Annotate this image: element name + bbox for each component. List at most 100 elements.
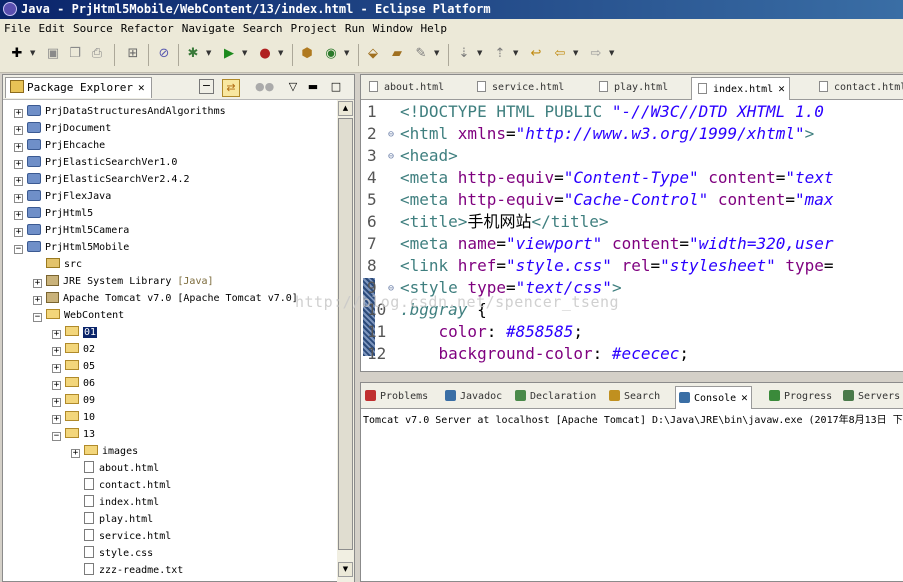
tree-item[interactable]: +10 bbox=[52, 409, 95, 426]
tree-item[interactable]: style.css bbox=[71, 545, 153, 562]
save-all-icon[interactable]: ❐ bbox=[66, 45, 84, 63]
menu-item-project[interactable]: Project bbox=[286, 19, 340, 38]
chevron-down-icon[interactable]: ▼ bbox=[30, 49, 35, 57]
chevron-down-icon[interactable]: ▼ bbox=[242, 49, 247, 57]
view-menu-icon[interactable]: ▽ bbox=[285, 79, 301, 95]
link-with-editor-icon[interactable]: ⇄ bbox=[222, 79, 240, 97]
scroll-up-icon[interactable]: ▲ bbox=[338, 101, 353, 116]
expand-icon[interactable]: + bbox=[14, 143, 23, 152]
tree-item[interactable]: contact.html bbox=[71, 477, 171, 494]
expand-icon[interactable]: + bbox=[14, 177, 23, 186]
tree-item[interactable]: zzz-readme.txt bbox=[71, 562, 183, 579]
chevron-down-icon[interactable]: ▼ bbox=[477, 49, 482, 57]
tree-item[interactable]: + PrjFlexJava bbox=[14, 188, 111, 205]
tab-problems[interactable]: Problems bbox=[365, 387, 428, 407]
expand-icon[interactable]: + bbox=[71, 449, 80, 458]
next-annotation-icon[interactable]: ⇣ bbox=[455, 45, 473, 63]
previous-annotation-icon[interactable]: ⇡ bbox=[491, 45, 509, 63]
maximize-icon[interactable]: □ bbox=[328, 79, 344, 95]
chevron-down-icon[interactable]: ▼ bbox=[278, 49, 283, 57]
expand-icon[interactable]: + bbox=[14, 211, 23, 220]
expand-icon[interactable]: + bbox=[14, 160, 23, 169]
print-icon[interactable]: ⎙ bbox=[88, 45, 106, 63]
scrollbar-thumb[interactable] bbox=[338, 118, 353, 550]
debug-icon[interactable]: ✱ bbox=[184, 45, 202, 63]
editor-tab-contact-html[interactable]: contact.html bbox=[819, 78, 903, 98]
new-icon[interactable]: ✚ bbox=[8, 45, 26, 63]
chevron-down-icon[interactable]: ▼ bbox=[344, 49, 349, 57]
fold-icon[interactable]: ⊖ bbox=[388, 146, 400, 168]
binary-icon[interactable]: ⊞ bbox=[124, 45, 142, 63]
menu-item-run[interactable]: Run bbox=[341, 19, 369, 38]
menu-item-help[interactable]: Help bbox=[416, 19, 451, 38]
expand-icon[interactable]: + bbox=[52, 364, 61, 373]
collapse-icon[interactable]: − bbox=[14, 245, 23, 254]
vertical-scrollbar[interactable]: ▲ ▼ bbox=[337, 100, 354, 582]
editor-tab-play-html[interactable]: play.html bbox=[599, 78, 668, 98]
tree-item[interactable]: + images bbox=[71, 443, 138, 460]
expand-icon[interactable]: + bbox=[52, 398, 61, 407]
tree-item[interactable]: + PrjHtml5Camera bbox=[14, 222, 129, 239]
expand-icon[interactable]: + bbox=[52, 330, 61, 339]
expand-icon[interactable]: + bbox=[52, 381, 61, 390]
tree-item[interactable]: +05 bbox=[52, 358, 95, 375]
expand-icon[interactable]: + bbox=[14, 109, 23, 118]
tree-item[interactable]: − PrjHtml5Mobile bbox=[14, 239, 129, 256]
tree-item[interactable]: src bbox=[33, 256, 82, 273]
code-editor[interactable]: 1 <!DOCTYPE HTML PUBLIC "-//W3C//DTD XHTM… bbox=[361, 100, 903, 372]
tree-item[interactable]: + PrjElasticSearchVer1.0 bbox=[14, 154, 177, 171]
run-icon[interactable]: ▶ bbox=[220, 45, 238, 63]
tab-declaration[interactable]: Declaration bbox=[515, 387, 596, 407]
menu-item-source[interactable]: Source bbox=[69, 19, 117, 38]
tree-item[interactable]: + PrjEhcache bbox=[14, 137, 105, 154]
forward-icon[interactable]: ⇨ bbox=[587, 45, 605, 63]
editor-tab-service-html[interactable]: service.html bbox=[477, 78, 564, 98]
tree-item[interactable]: +09 bbox=[52, 392, 95, 409]
chevron-down-icon[interactable]: ▼ bbox=[609, 49, 614, 57]
tab-console[interactable]: Console ✕ bbox=[675, 386, 752, 409]
expand-icon[interactable]: + bbox=[14, 126, 23, 135]
skip-breakpoints-icon[interactable]: ⊘ bbox=[155, 45, 173, 63]
tree-item[interactable]: + PrjHtml5 bbox=[14, 205, 93, 222]
tree-item[interactable]: about.html bbox=[71, 460, 159, 477]
menu-item-window[interactable]: Window bbox=[369, 19, 417, 38]
expand-icon[interactable]: + bbox=[52, 415, 61, 424]
expand-icon[interactable]: + bbox=[33, 296, 42, 305]
save-icon[interactable]: ▣ bbox=[44, 45, 62, 63]
tree-item[interactable]: service.html bbox=[71, 528, 171, 545]
tree-item[interactable]: +01 bbox=[52, 324, 98, 341]
expand-icon[interactable]: + bbox=[14, 228, 23, 237]
focus-icon[interactable]: ●● bbox=[255, 79, 274, 95]
menu-item-navigate[interactable]: Navigate bbox=[178, 19, 239, 38]
chevron-down-icon[interactable]: ▼ bbox=[513, 49, 518, 57]
menu-item-file[interactable]: File bbox=[0, 19, 35, 38]
scroll-down-icon[interactable]: ▼ bbox=[338, 562, 353, 577]
back-icon[interactable]: ⇦ bbox=[551, 45, 569, 63]
tab-servers[interactable]: Servers bbox=[843, 387, 900, 407]
open-folder-icon[interactable]: ▰ bbox=[388, 45, 406, 63]
expand-icon[interactable]: + bbox=[33, 279, 42, 288]
expand-icon[interactable]: + bbox=[52, 347, 61, 356]
last-edit-icon[interactable]: ↩ bbox=[527, 45, 545, 63]
tree-item[interactable]: +02 bbox=[52, 341, 95, 358]
tree-item[interactable]: + PrjElasticSearchVer2.4.2 bbox=[14, 171, 190, 188]
chevron-down-icon[interactable]: ▼ bbox=[573, 49, 578, 57]
expand-icon[interactable]: + bbox=[14, 194, 23, 203]
tree-item[interactable]: − WebContent bbox=[33, 307, 124, 324]
tree-item[interactable]: play.html bbox=[71, 511, 153, 528]
tab-javadoc[interactable]: Javadoc bbox=[445, 387, 502, 407]
chevron-down-icon[interactable]: ▼ bbox=[434, 49, 439, 57]
collapse-icon[interactable]: − bbox=[33, 313, 42, 322]
tree-item[interactable]: + PrjDocument bbox=[14, 120, 111, 137]
tree-item[interactable]: + PrjDataStructuresAndAlgorithms bbox=[14, 103, 226, 120]
fold-icon[interactable]: ⊖ bbox=[388, 124, 400, 146]
new-java-project-icon[interactable]: ⬢ bbox=[298, 45, 316, 63]
close-icon[interactable]: ✕ bbox=[741, 391, 748, 404]
editor-tab-about-html[interactable]: about.html bbox=[369, 78, 444, 98]
external-tools-icon[interactable]: ● bbox=[256, 45, 274, 63]
tree-item[interactable]: + Apache Tomcat v7.0 [Apache Tomcat v7.0] bbox=[33, 290, 298, 307]
menu-item-refactor[interactable]: Refactor bbox=[117, 19, 178, 38]
close-icon[interactable]: ✕ bbox=[138, 81, 145, 94]
new-class-icon[interactable]: ◉ bbox=[322, 45, 340, 63]
chevron-down-icon[interactable]: ▼ bbox=[206, 49, 211, 57]
